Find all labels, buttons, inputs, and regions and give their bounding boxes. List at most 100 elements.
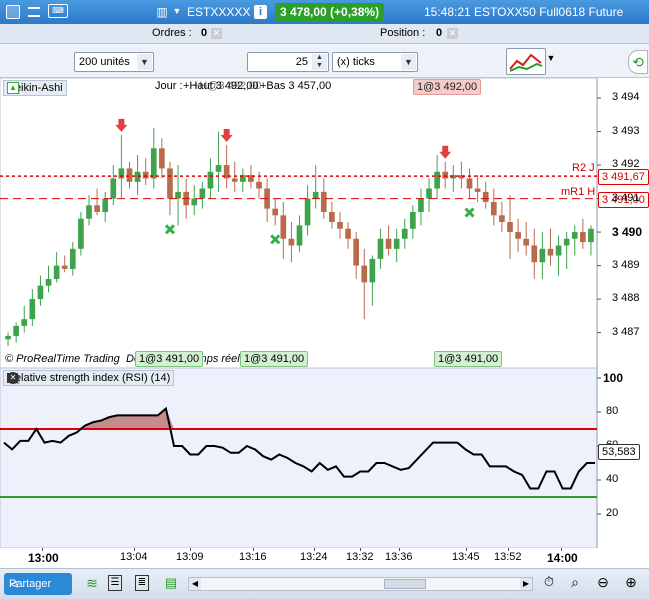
price-tick-label: 3 490: [612, 225, 643, 240]
candle-body: [312, 191, 319, 199]
candle-body: [102, 198, 109, 212]
price-change-badge: 3 478,00 (+0,38%): [275, 3, 385, 21]
price-tick-label: 3 493: [612, 124, 640, 137]
chart-ticker-icon[interactable]: ▥: [155, 5, 169, 19]
candle-body: [531, 245, 538, 263]
scroll-right-icon[interactable]: ▶: [520, 578, 532, 590]
scroll-thumb[interactable]: [384, 579, 426, 589]
zoom-fit-icon[interactable]: ⌕: [566, 574, 584, 594]
candle-body: [207, 171, 214, 189]
close-position-icon[interactable]: ✕: [447, 28, 458, 39]
candle-body: [588, 228, 594, 243]
candle-body: [191, 198, 198, 206]
quantity-select[interactable]: 200 unités ▼: [74, 52, 154, 72]
candle-body: [142, 171, 149, 179]
order-tag-buy[interactable]: 1@3 491,00: [434, 351, 503, 367]
daily-high-overlap: +H@3 492,00: [193, 80, 262, 92]
title-bar: ⌨ ▥ ▼ ESTXXXXX i 3 478,00 (+0,38%) 15:48…: [0, 0, 649, 24]
indicators-icon[interactable]: ≋: [84, 575, 100, 593]
dropdown-arrow-icon[interactable]: ▼: [172, 6, 182, 16]
instrument-name[interactable]: ESTXXXXX: [187, 5, 250, 19]
keyboard-icon[interactable]: ⌨: [48, 4, 68, 18]
candle-body: [434, 171, 440, 189]
horizontal-scrollbar[interactable]: ◀ ▶: [188, 577, 533, 591]
clock-icon[interactable]: ⏱: [540, 574, 558, 594]
grid-icon[interactable]: [6, 5, 20, 19]
share-icon: ⋖: [9, 577, 20, 591]
orders-position-bar: Ordres : 0 ✕ Position : 0 ✕: [0, 24, 649, 44]
candle-body: [118, 168, 125, 179]
scroll-left-icon[interactable]: ◀: [189, 578, 201, 590]
orders-label: Ordres :: [152, 27, 192, 39]
price-chart-panel[interactable]: Heikin-Ashi 🔧 ✕ ▼ ▲ Jour : +Haut 3 492,0…: [0, 78, 649, 368]
time-tick-label: 13:45: [452, 551, 480, 563]
candle-body: [580, 232, 586, 243]
rsi-title: Relative strength index (RSI) (14): [7, 372, 171, 384]
stepper-arrows-icon[interactable]: ▲ ▼: [312, 54, 327, 70]
order-tag-buy[interactable]: 1@3 491,00: [135, 351, 204, 367]
time-tick-label: 13:52: [494, 551, 522, 563]
candle-body: [94, 205, 100, 212]
time-axis: 13:00 13:04 13:09 13:16 13:24 13:32 13:36 13:45…: [0, 548, 649, 568]
chevron-down-icon[interactable]: ▼: [137, 54, 152, 70]
candle-body: [21, 319, 28, 326]
candle-body: [320, 191, 327, 212]
candle-body: [280, 215, 287, 239]
rsi-header: Relative strength index (RSI) (14) 🔧 ✕: [3, 370, 175, 386]
time-tick: [314, 548, 315, 551]
chevron-down-icon[interactable]: ▼: [401, 54, 416, 70]
chart-type-icon[interactable]: [506, 48, 546, 75]
info-icon[interactable]: i: [254, 5, 267, 19]
rsi-tick-label: 80: [606, 405, 619, 417]
quantity-value: 200 unités: [79, 56, 130, 68]
watermark-text: © ProRealTime Trading: [5, 353, 120, 365]
candle-body: [401, 228, 408, 239]
candle-body: [385, 238, 392, 249]
candle-body: [272, 208, 279, 216]
share-button[interactable]: ⋖ Partager: [4, 573, 72, 595]
rsi-panel[interactable]: Relative strength index (RSI) (14) 🔧 ✕ 1…: [0, 368, 649, 548]
candle-body: [175, 191, 181, 199]
candle-body: [369, 258, 376, 283]
candle-body: [13, 325, 19, 336]
bottom-toolbar: ⋖ Partager ≋ ☰ ≣ ▤ ◀ ▶ ⏱ ⌕ ⊖ ⊕: [0, 568, 649, 599]
order-tag-buy[interactable]: 1@3 491,00: [240, 351, 309, 367]
time-tick-label: 13:16: [239, 551, 267, 563]
level-name-r2j: R2 J: [572, 162, 595, 174]
layers-icon[interactable]: ▤: [163, 575, 179, 591]
close-icon[interactable]: ✕: [7, 372, 19, 384]
time-tick: [466, 548, 467, 551]
move-up-icon[interactable]: ▲: [7, 82, 19, 94]
candle-body: [110, 178, 117, 199]
ticks-value: 25: [295, 56, 308, 68]
candle-body: [353, 238, 360, 266]
list-icon[interactable]: ☰: [108, 575, 122, 591]
table-icon[interactable]: ≣: [135, 575, 149, 591]
candle-body: [418, 198, 424, 212]
candlestick-chart[interactable]: [0, 78, 649, 368]
order-tag-sell[interactable]: 1@3 492,00: [413, 79, 482, 95]
price-tick-label: 3 491: [612, 191, 640, 204]
candle-body: [361, 265, 368, 283]
candle-body: [167, 168, 173, 199]
tools-icon[interactable]: ⟲: [628, 50, 648, 74]
rsi-chart[interactable]: [0, 368, 649, 548]
candle-body: [490, 201, 497, 216]
chart-type-dropdown-icon[interactable]: ▼: [546, 53, 556, 63]
price-tick-label: 3 487: [612, 325, 640, 338]
zoom-out-icon[interactable]: ⊖: [594, 574, 612, 594]
time-tick-label: 13:00: [28, 551, 59, 565]
zoom-in-icon[interactable]: ⊕: [622, 574, 640, 594]
ticks-unit-select[interactable]: (x) ticks ▼: [332, 52, 418, 72]
candle-body: [256, 181, 262, 189]
candle-body: [231, 178, 238, 182]
candle-body: [345, 228, 351, 239]
menu-icon[interactable]: [28, 7, 40, 17]
daily-low: +Bas 3 457,00: [260, 80, 332, 92]
candle-body: [426, 188, 432, 199]
time-tick: [190, 548, 191, 551]
ticks-stepper[interactable]: 25 ▲ ▼: [247, 52, 329, 72]
price-tick-label: 3 494: [612, 91, 640, 104]
candle-body: [288, 238, 295, 246]
close-orders-icon[interactable]: ✕: [211, 28, 222, 39]
